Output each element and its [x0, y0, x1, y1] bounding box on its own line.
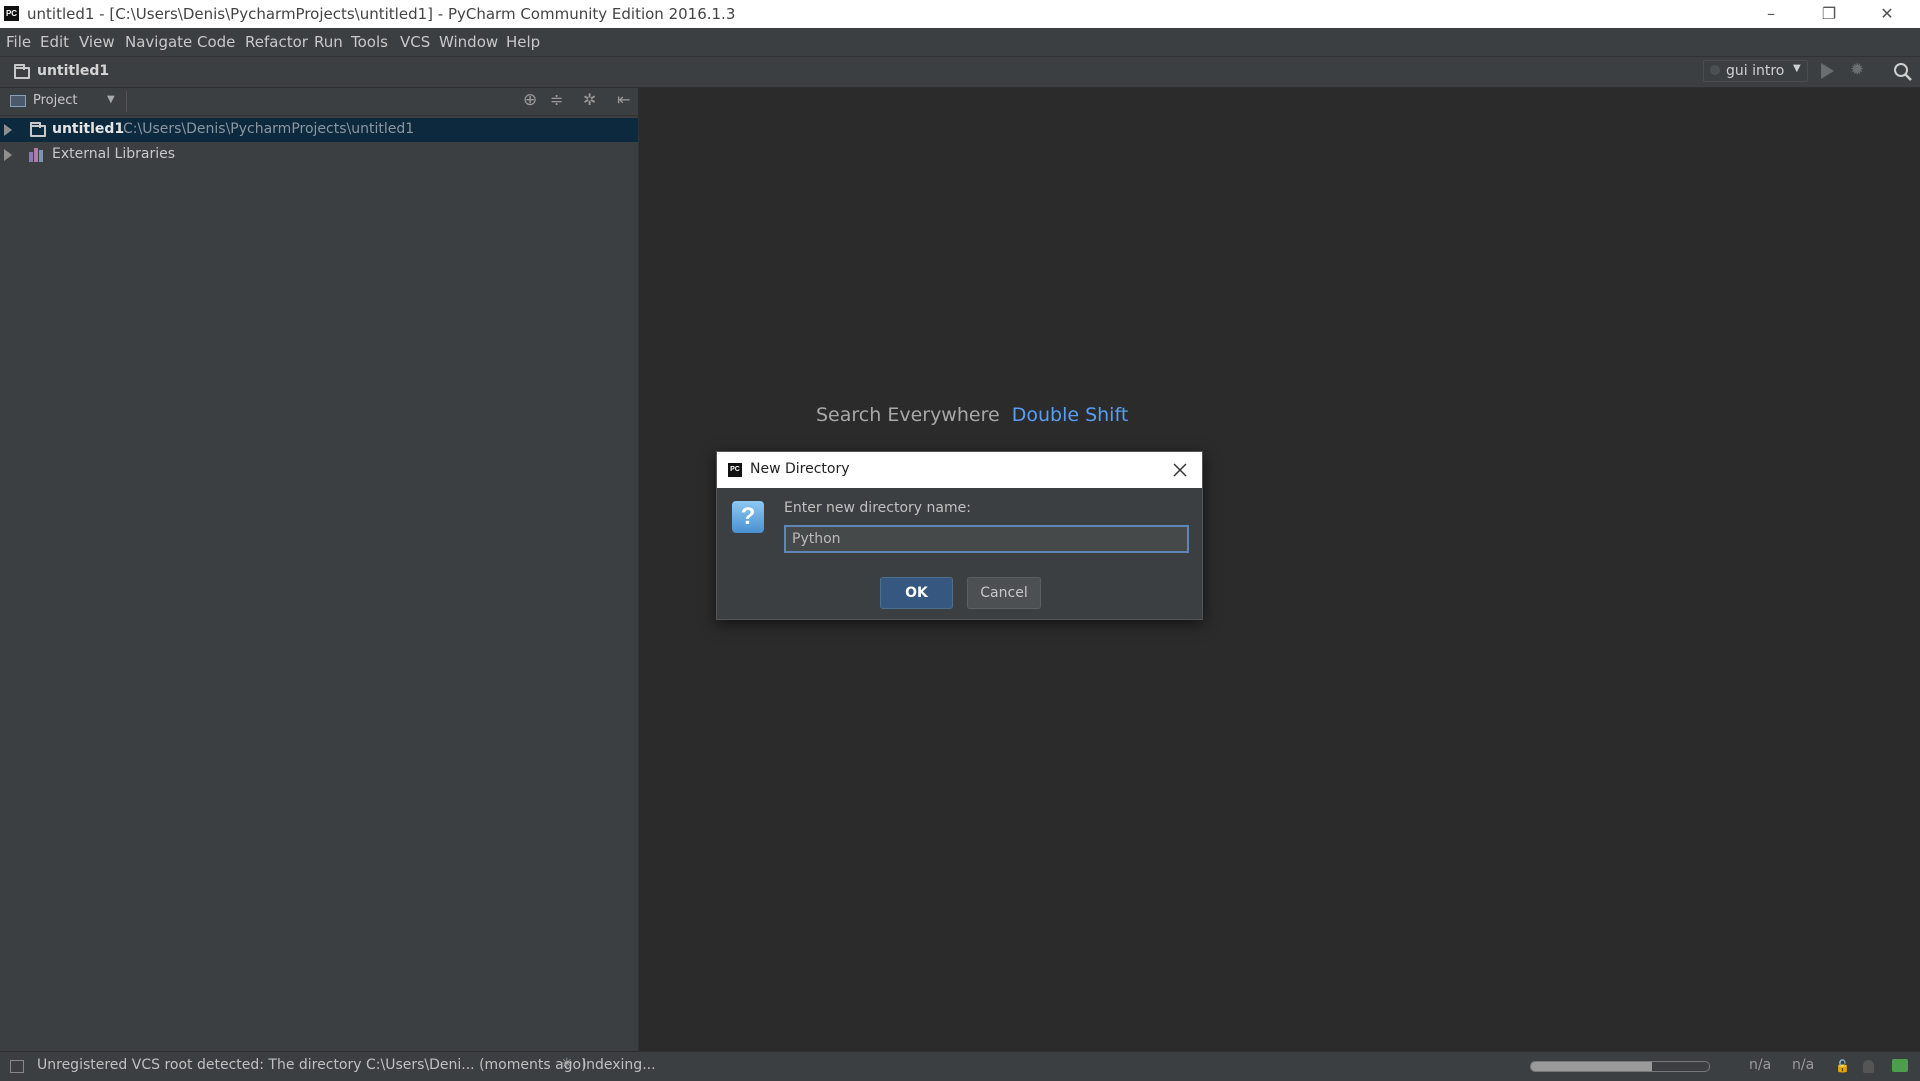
progress-spinner-icon: ✳ [561, 1056, 573, 1072]
tree-item-label: External Libraries [52, 146, 175, 162]
tree-item-external-libraries[interactable]: External Libraries [0, 143, 638, 167]
menu-edit[interactable]: Edit [40, 33, 69, 51]
pycharm-logo-icon: PC [728, 463, 742, 477]
status-message[interactable]: Unregistered VCS root detected: The dire… [37, 1057, 587, 1073]
indexing-label: Indexing... [582, 1057, 656, 1073]
chevron-down-icon[interactable]: ▼ [107, 94, 115, 105]
dialog-title: New Directory [750, 461, 850, 477]
lock-icon[interactable]: 🔓 [1835, 1059, 1850, 1073]
hint-label: Search Everywhere [816, 404, 1000, 426]
chevron-down-icon: ▼ [1793, 63, 1801, 74]
menu-navigate[interactable]: Navigate [125, 33, 192, 51]
menu-window[interactable]: Window [439, 33, 498, 51]
library-icon [29, 148, 46, 162]
indexing-progress-bar [1530, 1061, 1710, 1072]
debug-icon[interactable]: ✹ [1850, 60, 1864, 80]
project-view-selector[interactable]: Project [33, 93, 77, 108]
run-configuration-selector[interactable]: gui intro ▼ [1703, 60, 1808, 82]
new-directory-dialog: PC New Directory ? Enter new directory n… [716, 451, 1203, 620]
window-title-bar: PC untitled1 - [C:\Users\Denis\PycharmPr… [0, 0, 1920, 29]
project-view-icon [10, 95, 26, 107]
menu-view[interactable]: View [79, 33, 115, 51]
tree-item-project[interactable]: untitled1 C:\Users\Denis\PycharmProjects… [0, 118, 638, 142]
python-icon [1710, 65, 1720, 75]
tree-item-label: untitled1 [52, 121, 125, 137]
question-icon: ? [732, 501, 764, 533]
line-separator[interactable]: n/a [1792, 1057, 1814, 1073]
expand-arrow-icon[interactable] [4, 124, 12, 136]
cancel-button[interactable]: Cancel [967, 577, 1041, 609]
folder-icon [14, 64, 30, 79]
restore-button[interactable]: ❐ [1800, 0, 1858, 28]
breadcrumb-project[interactable]: untitled1 [37, 63, 109, 79]
menu-tools[interactable]: Tools [351, 33, 388, 51]
inspector-icon[interactable] [1863, 1060, 1874, 1073]
directory-name-input[interactable] [784, 525, 1189, 553]
status-bar: Unregistered VCS root detected: The dire… [0, 1051, 1920, 1081]
pycharm-logo-icon: PC [4, 6, 19, 21]
gear-icon[interactable]: ✲ [583, 90, 596, 109]
editor-hint: Search Everywhere Double Shift [816, 404, 1128, 426]
header-divider [126, 91, 127, 112]
window-title: untitled1 - [C:\Users\Denis\PycharmProje… [27, 5, 736, 23]
run-configuration-label: gui intro [1726, 63, 1785, 79]
navigation-bar: untitled1 gui intro ▼ ✹ [0, 57, 1920, 88]
tree-item-path: C:\Users\Denis\PycharmProjects\untitled1 [123, 121, 415, 137]
project-tree: untitled1 C:\Users\Denis\PycharmProjects… [0, 116, 639, 1051]
menu-run[interactable]: Run [314, 33, 343, 51]
toggle-tool-windows-icon[interactable] [10, 1060, 24, 1073]
menu-refactor[interactable]: Refactor [245, 33, 308, 51]
minimize-button[interactable]: – [1742, 0, 1800, 28]
dialog-title-bar: PC New Directory [717, 452, 1202, 488]
caret-position[interactable]: n/a [1749, 1057, 1771, 1073]
event-log-icon[interactable] [1892, 1059, 1908, 1072]
prompt-label: Enter new directory name: [784, 500, 971, 516]
progress-fill [1531, 1062, 1653, 1071]
scroll-from-source-icon[interactable]: ⊕ [523, 90, 537, 110]
folder-icon [30, 122, 46, 137]
close-window-button[interactable]: ✕ [1858, 0, 1916, 28]
menu-vcs[interactable]: VCS [400, 33, 430, 51]
hint-shortcut: Double Shift [1011, 404, 1129, 426]
menu-bar: File Edit View Navigate Code Refactor Ru… [0, 28, 1920, 57]
expand-arrow-icon[interactable] [4, 149, 12, 161]
project-tool-header: Project ▼ ⊕ ≑ ✲ ⇤ [0, 88, 638, 116]
ok-button[interactable]: OK [880, 577, 953, 609]
search-icon[interactable] [1893, 62, 1913, 82]
close-icon[interactable] [1173, 463, 1187, 477]
menu-file[interactable]: File [6, 33, 31, 51]
menu-help[interactable]: Help [506, 33, 540, 51]
collapse-all-icon[interactable]: ≑ [550, 90, 563, 109]
hide-panel-icon[interactable]: ⇤ [617, 90, 630, 109]
run-icon[interactable] [1821, 63, 1834, 79]
menu-code[interactable]: Code [197, 33, 235, 51]
